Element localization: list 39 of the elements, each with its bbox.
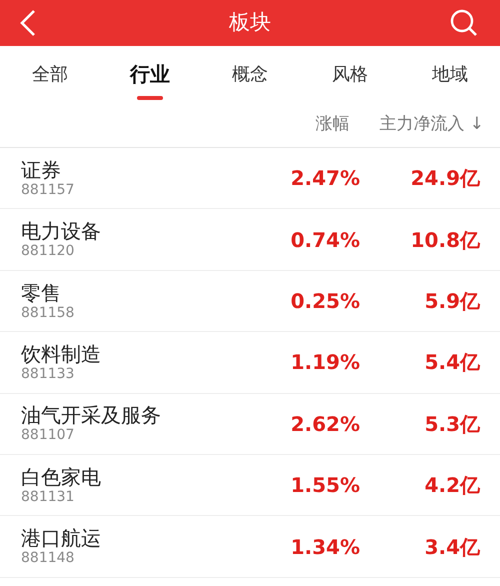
page-title: 板块	[229, 9, 271, 36]
change-value: 2.47%	[290, 165, 360, 192]
column-header[interactable]: 主力净流入 ↓	[379, 112, 484, 138]
sector-code: 881148	[21, 550, 76, 567]
column-header[interactable]: 涨幅	[315, 112, 350, 138]
change-value: 0.74%	[290, 226, 360, 254]
sector-name: 证券	[21, 158, 62, 182]
sector-name: 油气开采及服务	[21, 403, 162, 428]
tab-underline	[137, 96, 163, 100]
sector-code: 881120	[21, 243, 76, 260]
inflow-value: 3.4亿	[424, 534, 480, 561]
sector-name: 白色家电	[21, 464, 102, 489]
inflow-value: 24.9亿	[410, 165, 480, 192]
change-value: 0.25%	[290, 288, 360, 315]
sector-code: 881157	[21, 182, 76, 199]
sector-code: 881158	[21, 304, 76, 322]
change-value: 2.62%	[290, 410, 360, 438]
sector-code: 881131	[21, 488, 76, 506]
inflow-value: 10.8亿	[410, 226, 480, 254]
sector-code: 881107	[21, 427, 76, 444]
change-value: 1.19%	[290, 349, 360, 376]
change-value: 1.34%	[290, 534, 360, 561]
sector-name: 电力设备	[21, 219, 102, 244]
inflow-value: 5.9亿	[424, 288, 480, 315]
inflow-value: 5.3亿	[424, 410, 480, 438]
tab[interactable]: 全部	[0, 46, 100, 102]
tab[interactable]: 概念	[200, 46, 300, 102]
tab[interactable]: 地域	[400, 46, 500, 102]
inflow-value: 5.4亿	[424, 349, 480, 376]
sector-name: 饮料制造	[21, 342, 102, 366]
inflow-value: 4.2亿	[424, 472, 480, 500]
change-value: 1.55%	[290, 472, 360, 500]
search-button[interactable]	[450, 9, 478, 37]
tab[interactable]: 行业	[100, 46, 200, 102]
sector-name: 零售	[21, 280, 62, 305]
sector-name: 港口航运	[21, 526, 102, 550]
tab[interactable]: 风格	[300, 46, 400, 102]
back-button[interactable]	[18, 9, 38, 37]
sector-code: 881133	[21, 366, 76, 383]
